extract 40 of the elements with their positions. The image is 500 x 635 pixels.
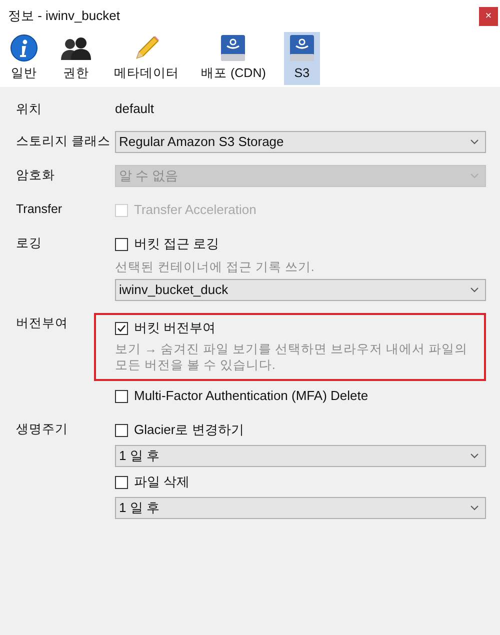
field-label: 로깅 (16, 235, 43, 252)
dropdown[interactable]: iwinv_bucket_duck (115, 279, 486, 301)
chevron-down-icon (470, 287, 479, 293)
toolbar-tab[interactable]: 배포 (CDN) (197, 32, 270, 85)
toolbar-tab[interactable]: 메타데이터 (110, 32, 183, 85)
users-icon (60, 36, 92, 62)
field-label: 스토리지 클래스 (16, 133, 112, 150)
checkbox[interactable] (115, 322, 128, 334)
chevron-down-icon (470, 139, 479, 145)
dropdown[interactable]: 1 일 후 (115, 445, 486, 467)
checkbox[interactable] (115, 238, 128, 250)
toolbar-tab[interactable]: S3 (284, 32, 320, 85)
drive-icon (288, 34, 316, 62)
field-label: 버전부여 (16, 315, 69, 332)
hint-text: 보기 → 숨겨진 파일 보기를 선택하면 브라우저 내에서 파일의 모든 버전을 볼 수 있습니다. (115, 341, 468, 373)
checkbox-label: Multi-Factor Authentication (MFA) Delete (134, 387, 368, 406)
checkbox-label: 버킷 접근 로깅 (134, 235, 220, 254)
checkbox-label: Transfer Acceleration (134, 201, 256, 220)
chevron-down-icon (470, 453, 479, 459)
toolbar-tab[interactable]: 일반 (6, 32, 42, 85)
hint-text: 선택된 컨테이너에 접근 기록 쓰기. (115, 259, 316, 275)
field-value: default (115, 100, 156, 118)
dropdown[interactable]: 1 일 후 (115, 497, 486, 519)
check-icon (117, 324, 126, 332)
checkbox[interactable] (115, 390, 128, 402)
field-label: 암호화 (16, 167, 56, 184)
chevron-down-icon (470, 173, 479, 179)
field-label: Transfer (16, 201, 64, 218)
checkbox-label: 파일 삭제 (134, 473, 190, 492)
toolbar-tab[interactable]: 권한 (56, 32, 96, 85)
checkbox[interactable] (115, 424, 128, 436)
field-label: 생명주기 (16, 421, 69, 438)
checkbox-label: Glacier로 변경하기 (134, 421, 244, 440)
window-title: 정보 - iwinv_bucket (8, 7, 120, 26)
checkbox-label: 버킷 버전부여 (134, 319, 216, 338)
checkbox[interactable] (115, 476, 128, 488)
dropdown[interactable]: Regular Amazon S3 Storage (115, 131, 486, 153)
chevron-down-icon (470, 505, 479, 511)
close-button[interactable]: × (479, 6, 498, 26)
field-label: 위치 (16, 101, 43, 118)
